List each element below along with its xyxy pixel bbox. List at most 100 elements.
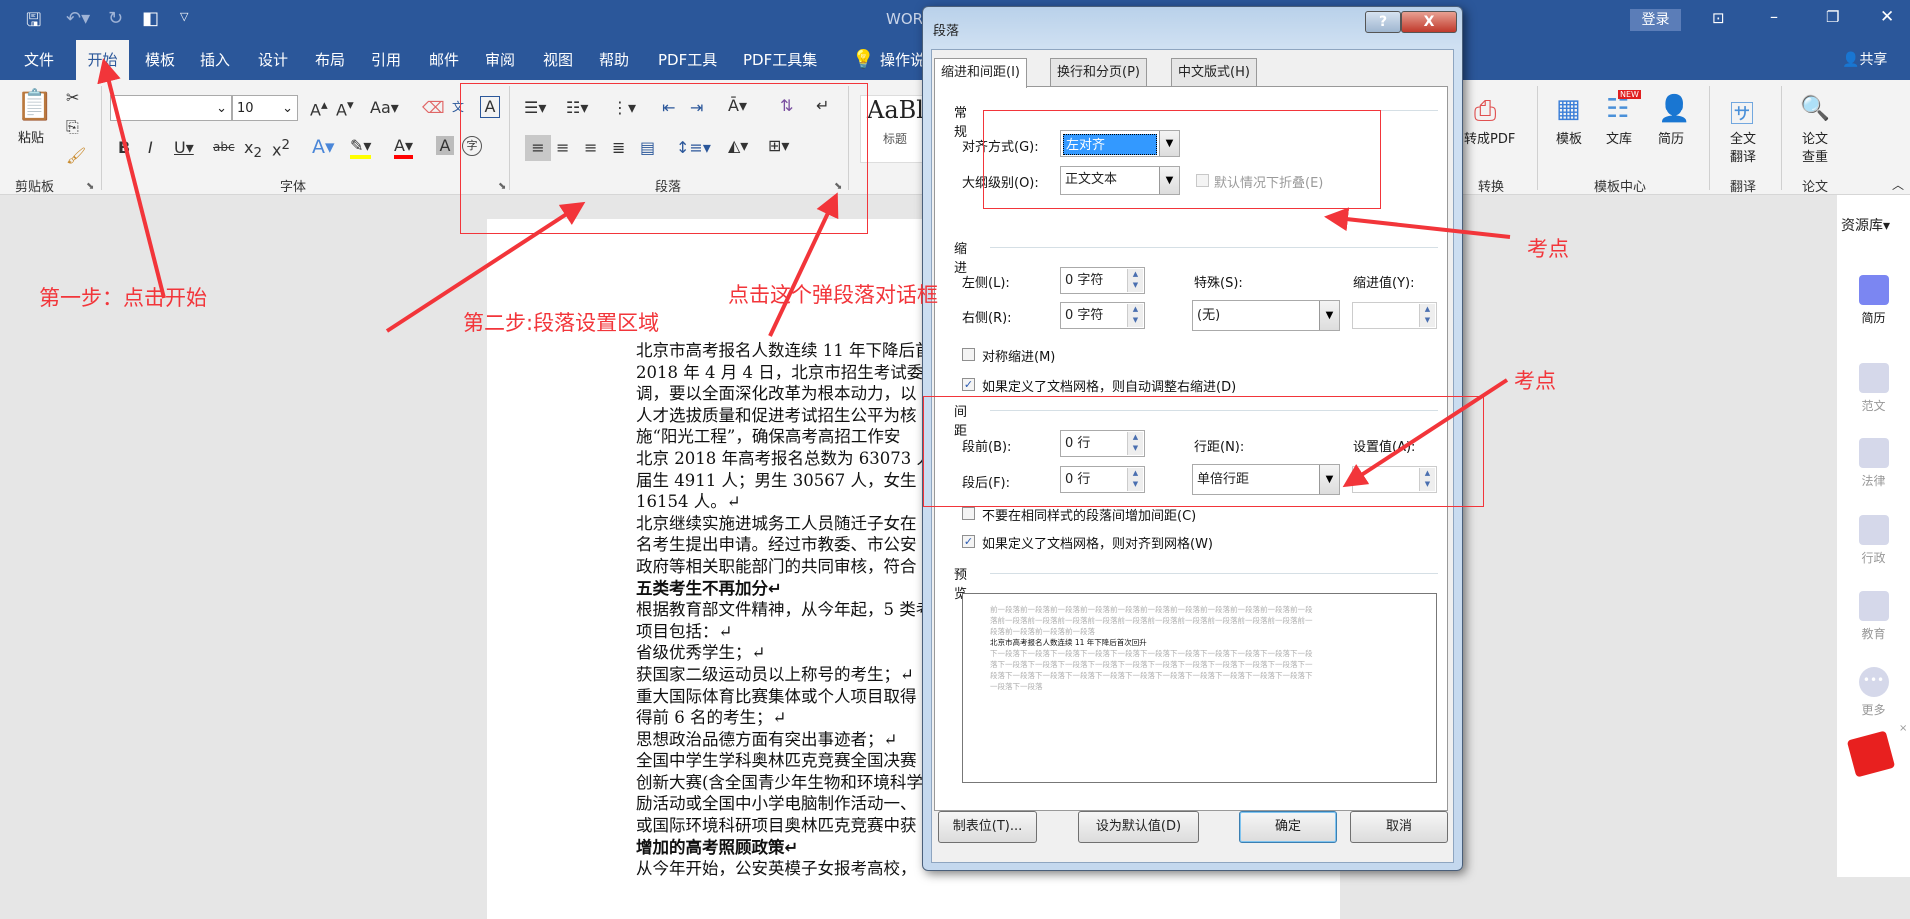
close-icon[interactable]: × [1899,723,1907,734]
resource-item-education[interactable]: 教育 [1837,591,1910,642]
style-gallery-item[interactable]: AaBl 标题 [860,95,930,163]
resource-item-law[interactable]: 法律 [1837,438,1910,489]
document-line: 获国家二级运动员以上称号的考生；↵ [636,664,914,684]
indent-right-spinner[interactable]: 0 字符 ▲ ▼ [1060,302,1145,329]
full-translate-label-2: 翻译 [1730,150,1757,165]
font-size-select[interactable]: 10 ⌄ [232,95,298,121]
clipboard-launcher-icon[interactable]: ⬊ [86,181,94,192]
special-indent-select[interactable]: (无) ▼ [1192,300,1340,331]
tab-view[interactable]: 视图 [539,40,577,80]
app-title: WOR [886,10,924,28]
template-button[interactable]: 模板 [1556,131,1582,149]
ribbon-display-icon[interactable]: ⊡ [1712,9,1725,27]
resource-item-resume[interactable]: 简历 [1837,275,1910,326]
text-effects-icon[interactable]: A▾ [312,136,335,158]
superscript-icon[interactable]: x2 [272,138,290,159]
tab-help[interactable]: 帮助 [595,40,633,80]
group-label-translate: 翻译 [1730,180,1757,195]
book-icon [1858,591,1889,621]
no-space-same-style-checkbox[interactable] [962,507,975,520]
login-button[interactable]: 登录 [1630,9,1681,31]
mirror-indents-checkbox[interactable] [962,348,975,361]
undo-icon[interactable]: ↶▾ [66,8,90,29]
ok-button[interactable]: 确定 [1239,811,1337,843]
resource-item-sample[interactable]: 范文 [1837,363,1910,414]
indent-left-spinner[interactable]: 0 字符 ▲ ▼ [1060,267,1145,294]
close-icon[interactable]: ✕ [1880,7,1894,27]
snap-to-grid-checkbox[interactable]: ✓ [962,535,975,548]
tabs-button[interactable]: 制表位(T)... [938,811,1037,843]
tab-pdf-tools[interactable]: PDF工具 [654,40,721,80]
copy-icon[interactable]: ⎘ [66,117,79,137]
resource-pane-title[interactable]: 资源库▾ [1841,215,1890,235]
help-button[interactable]: ? [1365,11,1401,33]
dropdown-arrow-icon: ▼ [1319,301,1339,330]
spin-arrows-icon[interactable]: ▲ ▼ [1127,304,1143,327]
tab-review[interactable]: 审阅 [481,40,519,80]
tab-mailings[interactable]: 邮件 [425,40,463,80]
set-default-button[interactable]: 设为默认值(D) [1078,811,1199,843]
convert-pdf-button[interactable]: 转成PDF [1464,131,1515,149]
resource-label: 范文 [1861,399,1886,413]
save-icon[interactable]: 🖫 [26,8,41,38]
tab-line-page-breaks[interactable]: 换行和分页(P) [1050,58,1147,87]
paper-check-button[interactable]: 论文 查重 [1802,131,1828,167]
annotation-key-point-1: 考点 [1527,237,1569,261]
resource-label: 行政 [1861,551,1886,565]
resource-item-admin[interactable]: 行政 [1837,515,1910,566]
strikethrough-icon[interactable]: abc [213,140,235,154]
annotation-step1: 第一步：点击开始 [39,286,207,310]
minimize-icon[interactable]: – [1770,7,1778,26]
highlight-icon[interactable]: ✎▾ [350,136,372,159]
red-envelope-icon[interactable] [1846,730,1896,778]
spin-arrows-icon[interactable]: ▲ ▼ [1127,269,1143,292]
grow-font-icon[interactable]: A▴ [310,98,328,119]
cut-icon[interactable]: ✂ [66,88,79,107]
auto-adjust-right-indent-checkbox[interactable]: ✓ [962,378,975,391]
library-button[interactable]: 文库 [1606,131,1632,149]
font-color-icon[interactable]: A▾ [394,136,413,159]
document-line: 创新大赛(含全国青少年生物和环境科学 [636,772,922,792]
paste-button[interactable]: 粘贴 [18,130,44,148]
divider [1781,86,1782,190]
tab-design[interactable]: 设计 [254,40,292,80]
tab-template[interactable]: 模板 [141,40,179,80]
share-button[interactable]: 👤共享 [1838,40,1891,80]
cancel-button[interactable]: 取消 [1350,811,1448,843]
shrink-font-icon[interactable]: A▾ [336,98,354,119]
tab-references[interactable]: 引用 [367,40,405,80]
section-indentation: 缩进 [954,242,968,276]
document-line: 北京继续实施进城务工人员随迁子女在 [636,513,917,533]
document-body[interactable]: 北京市高考报名人数连续 11 年下降后首次回升 2018 年 4 月 4 日，北京… [636,340,922,880]
font-name-select[interactable]: ⌄ [110,95,232,121]
tab-pdf-toolset[interactable]: PDF工具集 [739,40,821,80]
tab-indents-spacing[interactable]: 缩进和间距(I) [934,58,1027,88]
tab-home[interactable]: 开始 [76,40,129,80]
collapse-ribbon-icon[interactable]: ︿ [1892,176,1904,193]
tab-file[interactable]: 文件 [20,40,58,80]
resume-button[interactable]: 简历 [1658,131,1684,149]
tab-asian-typography[interactable]: 中文版式(H) [1171,58,1257,87]
redo-icon[interactable]: ↻ [108,8,123,29]
dialog-close-button[interactable]: X [1401,11,1457,33]
change-case-icon[interactable]: Aa▾ [370,98,399,117]
subscript-icon[interactable]: x2 [244,138,262,161]
underline-icon[interactable]: U▾ [174,138,194,157]
indent-by-spinner[interactable]: ▲ ▼ [1352,302,1437,329]
layout-icon[interactable]: ◧ [142,8,159,29]
format-painter-icon[interactable]: 🖌 [66,146,86,165]
maximize-icon[interactable]: ❐ [1826,8,1839,26]
resource-item-more[interactable]: ••• 更多 [1837,667,1910,718]
tab-layout[interactable]: 布局 [311,40,349,80]
customize-qat-icon[interactable]: ▽ [180,10,188,23]
document-line: 施“阳光工程”，确保高考高招工作安 [636,427,901,447]
spin-arrows-icon[interactable]: ▲ ▼ [1419,304,1435,327]
clear-formatting-icon[interactable]: ⌫ [422,98,445,117]
tab-insert[interactable]: 插入 [196,40,234,80]
italic-icon[interactable]: I [148,138,153,157]
bold-icon[interactable]: B [118,138,130,157]
full-translate-button[interactable]: 全文 翻译 [1730,131,1756,167]
chevron-down-icon: ⌄ [216,101,227,116]
document-line: 政府等相关职能部门的共同审核，符合 [636,556,917,576]
character-shading-icon[interactable]: A [436,136,454,155]
